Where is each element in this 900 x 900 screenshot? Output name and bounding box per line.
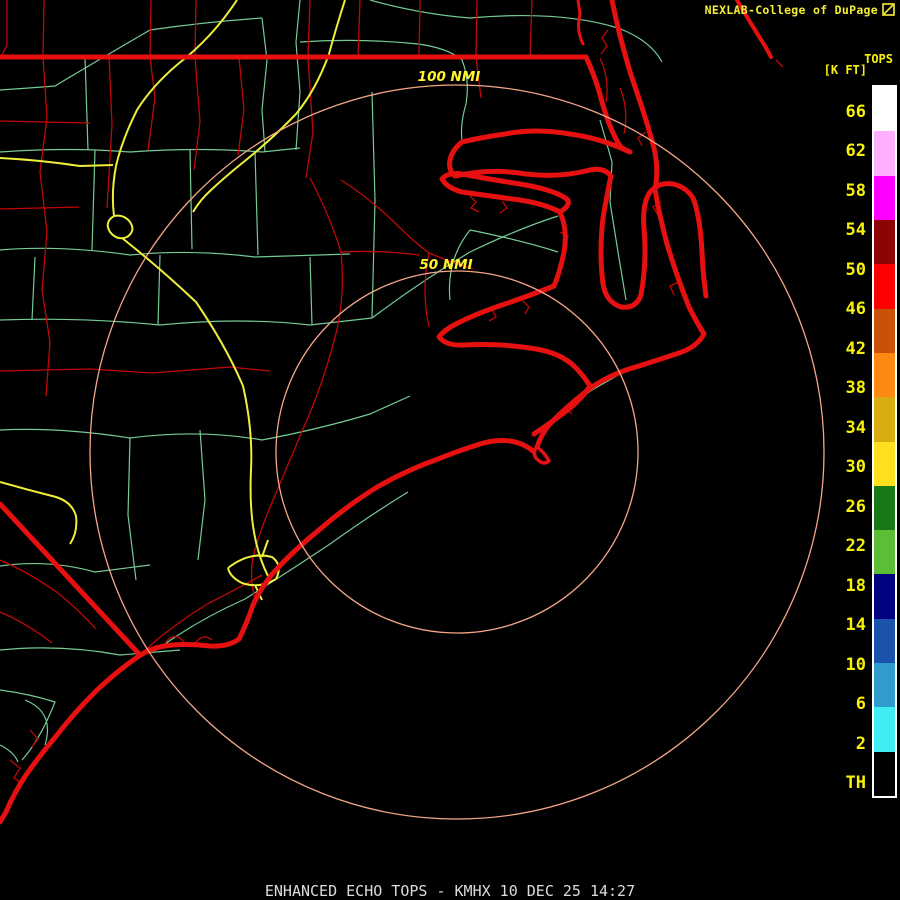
legend-segment [874,752,895,796]
legend-segment [874,397,895,441]
radar-map: 100 NMI 50 NMI [0,0,900,900]
minor-roads-layer [0,0,783,784]
legend-segment [874,131,895,175]
legend-tick-label: 10 [800,656,866,674]
inner-ring-label: 50 NMI [419,257,472,273]
legend-segment [874,663,895,707]
legend-segment [874,264,895,308]
legend-colorbar [872,85,897,798]
legend-segment [874,220,895,264]
legend-segment [874,353,895,397]
legend-tick-label: 66 [800,103,866,121]
highways-layer [0,0,345,600]
crossed-box-icon [882,3,895,16]
legend-tick-label: 46 [800,300,866,318]
legend-segment [874,619,895,663]
legend-tick-label: 54 [800,221,866,239]
legend-tick-label: 38 [800,379,866,397]
legend-tick-label: TH [800,774,866,792]
legend-tick-label: 6 [800,695,866,713]
outer-ring-label: 100 NMI [418,69,481,85]
legend-tick-label: 22 [800,537,866,555]
county-lines-layer [0,0,662,762]
product-caption: ENHANCED ECHO TOPS - KMHX 10 DEC 25 14:2… [0,882,900,900]
legend-segment [874,486,895,530]
legend-tick-label: 2 [800,735,866,753]
legend-tick-label: 58 [800,182,866,200]
legend-tick-label: 18 [800,577,866,595]
legend-segment [874,574,895,618]
legend-units: [K FT] [824,63,867,77]
legend-segment [874,707,895,751]
legend-title: TOPS [864,52,893,66]
legend-segment [874,87,895,131]
legend-segment [874,530,895,574]
legend-tick-label: 34 [800,419,866,437]
legend-segment [874,442,895,486]
radar-screen: 100 NMI 50 NMI NEXLAB-College of DuPage … [0,0,900,900]
legend-segment [874,176,895,220]
legend-tick-label: 14 [800,616,866,634]
legend-segment [874,309,895,353]
legend-tick-label: 50 [800,261,866,279]
brand-text: NEXLAB-College of DuPage [705,3,878,17]
legend-tick-label: 26 [800,498,866,516]
legend-tick-label: 62 [800,142,866,160]
legend-tick-label: 42 [800,340,866,358]
legend-tick-label: 30 [800,458,866,476]
coastline-layer [0,0,771,822]
